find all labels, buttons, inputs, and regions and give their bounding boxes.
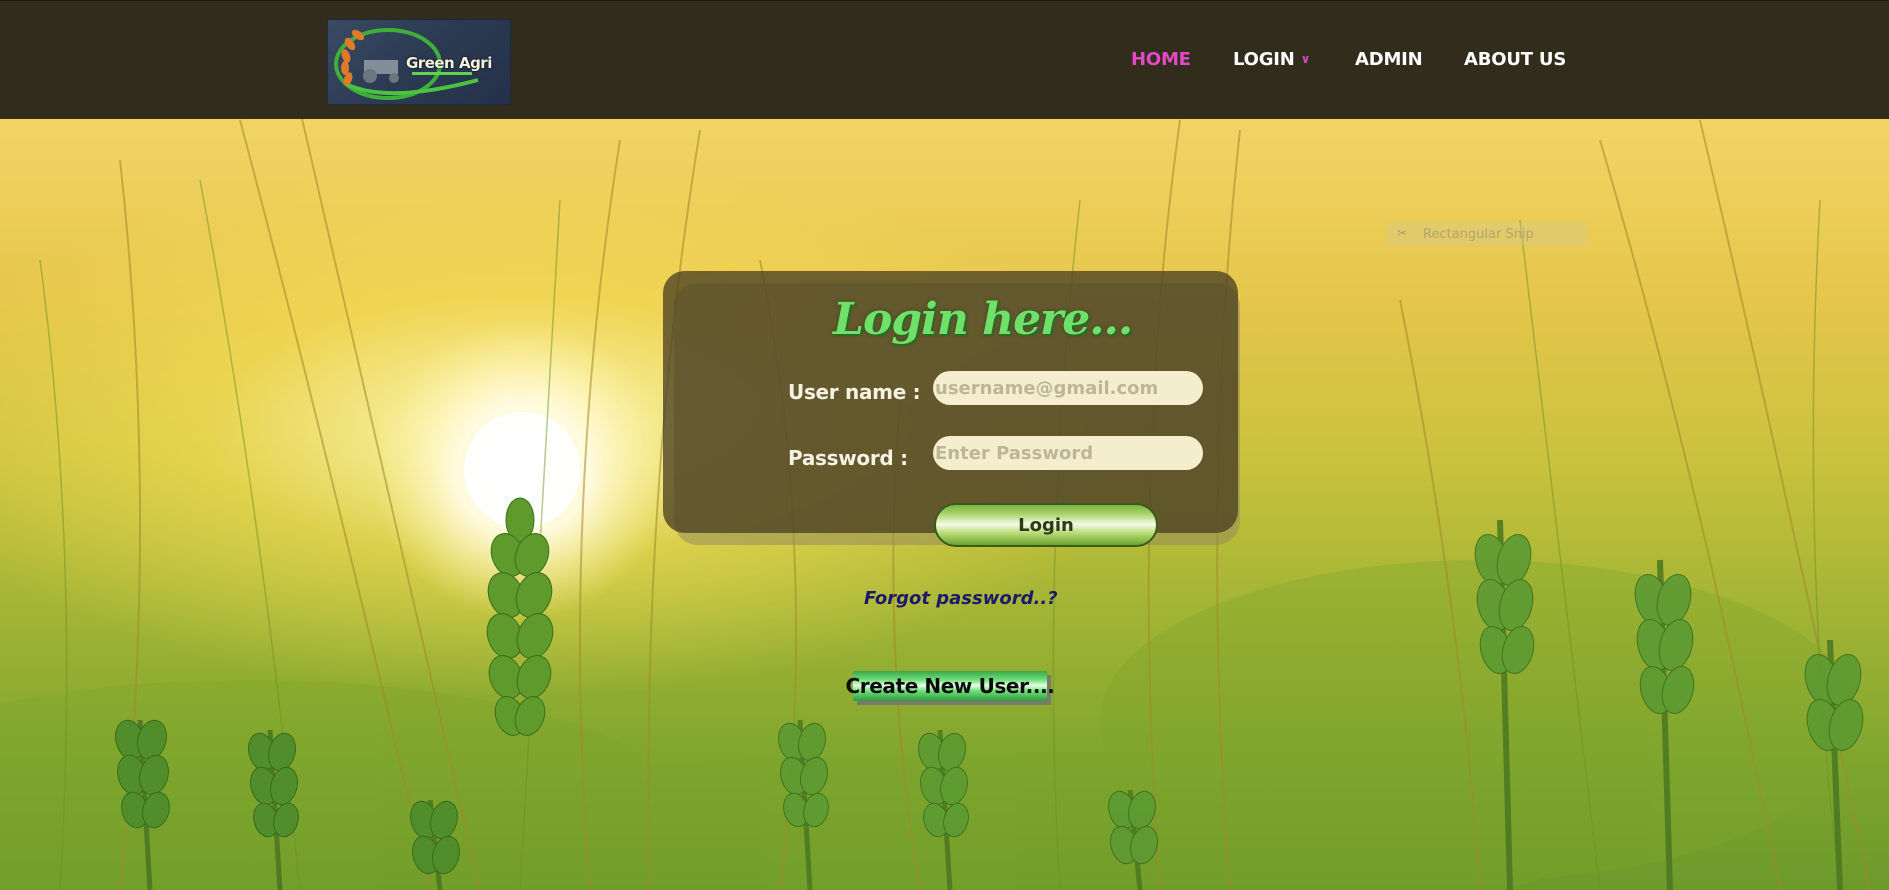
nav-login-dropdown[interactable]: LOGIN ∨ xyxy=(1233,49,1310,70)
login-title: Login here... xyxy=(833,294,1133,345)
logo-text: Green Agri xyxy=(406,54,492,72)
login-button[interactable]: Login xyxy=(934,503,1158,547)
chevron-down-icon: ∨ xyxy=(1300,51,1311,66)
top-navbar: Green Agri HOME LOGIN ∨ ADMIN ABOUT US xyxy=(0,0,1889,119)
green-agri-logo[interactable]: Green Agri xyxy=(327,19,511,105)
nav-about-link[interactable]: ABOUT US xyxy=(1464,49,1566,70)
nav-admin-link[interactable]: ADMIN xyxy=(1355,49,1423,70)
snip-label: Rectangular Snip xyxy=(1423,226,1534,242)
password-input[interactable] xyxy=(933,436,1203,470)
rectangular-snip-toolbar[interactable]: ✂ Rectangular Snip xyxy=(1387,222,1587,246)
scissors-icon: ✂ xyxy=(1396,226,1408,240)
username-label: User name : xyxy=(788,380,921,404)
nav-login-label: LOGIN xyxy=(1233,49,1295,70)
nav-home-link[interactable]: HOME xyxy=(1131,49,1191,70)
forgot-password-link[interactable]: Forgot password..? xyxy=(864,588,1058,609)
password-label: Password : xyxy=(788,446,908,470)
username-input[interactable] xyxy=(933,371,1203,405)
create-new-user-button[interactable]: Create New User.... xyxy=(846,671,1055,701)
